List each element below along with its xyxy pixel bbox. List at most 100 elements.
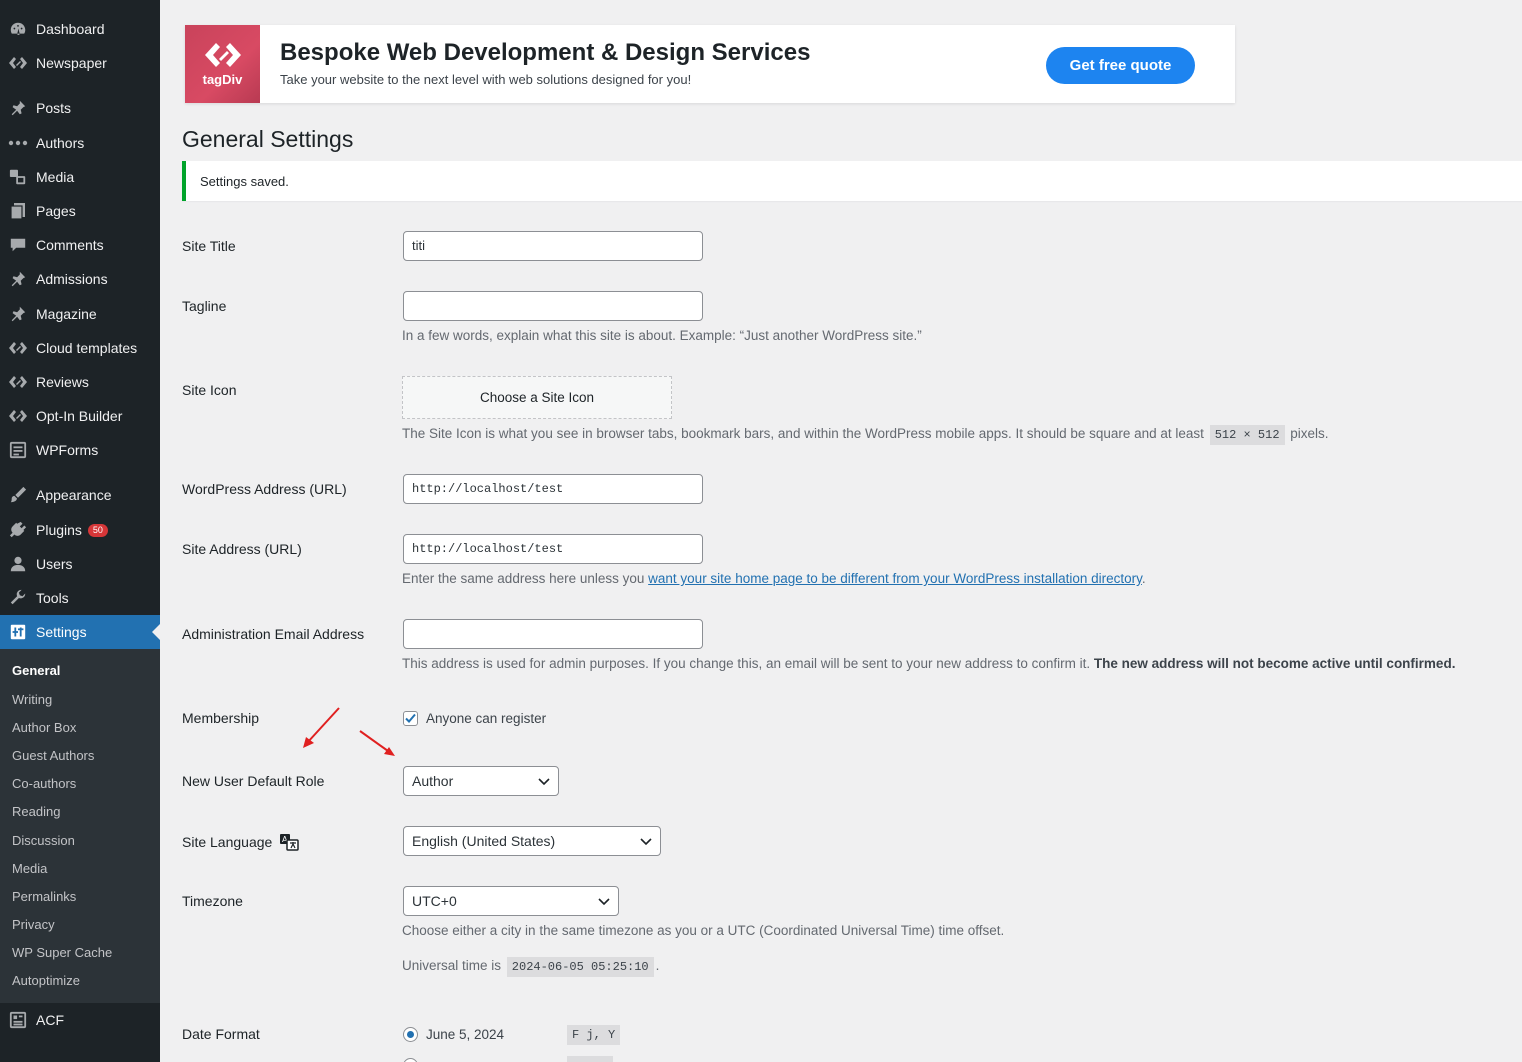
page-title: General Settings (182, 126, 354, 152)
site-address-input[interactable]: http://localhost/test (403, 534, 703, 564)
sidebar-item-admissions[interactable]: Admissions (0, 262, 160, 296)
settings-icon (8, 622, 28, 642)
date-format-radio-1[interactable] (403, 1027, 418, 1042)
sidebar-item-comments[interactable]: Comments (0, 228, 160, 262)
sidebar-item-label: Appearance (36, 487, 112, 503)
brush-icon (8, 485, 28, 505)
chevron-down-icon (640, 838, 652, 846)
timezone-description: Choose either a city in the same timezon… (402, 923, 1005, 938)
checkmark-icon (405, 713, 416, 723)
site-address-description: Enter the same address here unless you w… (402, 571, 1146, 586)
chevron-down-icon (538, 778, 550, 786)
tagline-label: Tagline (182, 298, 227, 314)
sidebar-item-label: WPForms (36, 442, 99, 458)
date-format-radio-2[interactable] (403, 1058, 418, 1062)
wordpress-address-label: WordPress Address (URL) (182, 481, 347, 497)
banner-title: Bespoke Web Development & Design Service… (280, 39, 811, 66)
sidebar-item-wpforms[interactable]: WPForms (0, 433, 160, 467)
sidebar-item-users[interactable]: Users (0, 547, 160, 581)
sidebar-item-label: Opt-In Builder (36, 408, 123, 424)
sidebar-item-cloud-templates[interactable]: Cloud templates (0, 331, 160, 365)
site-title-input[interactable]: titi (403, 231, 703, 261)
site-address-desc-suffix: . (1141, 571, 1146, 586)
sidebar-item-dashboard[interactable]: Dashboard (0, 12, 160, 46)
site-language-select[interactable]: English (United States) (403, 826, 661, 856)
sidebar-item-authors[interactable]: Authors (0, 126, 160, 160)
wordpress-address-input[interactable]: http://localhost/test (403, 474, 703, 504)
get-free-quote-button[interactable]: Get free quote (1046, 47, 1195, 84)
choose-site-icon-button[interactable]: Choose a Site Icon (402, 376, 672, 419)
sidebar-item-label: Authors (36, 135, 85, 151)
submenu-item-discussion[interactable]: Discussion (12, 833, 75, 848)
tagdiv-logo-icon (204, 42, 241, 67)
submenu-item-autoptimize[interactable]: Autoptimize (12, 973, 80, 988)
sidebar-item-label: Reviews (36, 374, 89, 390)
sidebar-item-newspaper[interactable]: Newspaper (0, 46, 160, 80)
submenu-item-general[interactable]: General (12, 663, 60, 678)
submenu-item-co-authors[interactable]: Co-authors (12, 776, 76, 791)
site-language-value: English (United States) (412, 833, 556, 849)
site-icon-desc-suffix: pixels. (1290, 426, 1329, 441)
admin-email-label: Administration Email Address (182, 626, 365, 642)
translation-icon: A (280, 834, 299, 851)
universal-time-label: Universal time is (402, 958, 502, 973)
sidebar-item-opt-in-builder[interactable]: Opt-In Builder (0, 399, 160, 433)
sidebar-item-acf[interactable]: ACF (0, 1003, 160, 1037)
banner-subtitle: Take your website to the next level with… (280, 72, 692, 87)
date-format-code-1: F j, Y (567, 1025, 621, 1045)
sidebar-item-settings[interactable]: Settings (0, 615, 160, 649)
site-language-label: Site Language A (182, 833, 299, 851)
sidebar-item-reviews[interactable]: Reviews (0, 365, 160, 399)
sidebar-item-label: Admissions (36, 271, 108, 287)
default-role-value: Author (412, 773, 454, 789)
submenu-item-wp-super-cache[interactable]: WP Super Cache (12, 945, 112, 960)
sidebar-item-label: Comments (36, 237, 104, 253)
sidebar-item-label: Media (36, 169, 75, 185)
default-role-select[interactable]: Author (403, 766, 559, 796)
submenu-item-privacy[interactable]: Privacy (12, 917, 55, 932)
sidebar-item-posts[interactable]: Posts (0, 91, 160, 125)
submenu-item-author-box[interactable]: Author Box (12, 720, 76, 735)
submenu-item-writing[interactable]: Writing (12, 692, 52, 707)
submenu-item-media[interactable]: Media (12, 861, 47, 876)
wrench-icon (8, 588, 28, 608)
tagline-description: In a few words, explain what this site i… (402, 328, 922, 343)
tagline-input[interactable] (403, 291, 703, 321)
sidebar-item-label: ACF (36, 1012, 64, 1028)
date-format-code-2 (567, 1056, 613, 1062)
tagdiv-logo: tagDiv (185, 25, 260, 103)
sidebar-item-pages[interactable]: Pages (0, 194, 160, 228)
universal-time-suffix: . (655, 958, 660, 973)
sidebar-item-label: Cloud templates (36, 340, 138, 356)
site-title-label: Site Title (182, 238, 236, 254)
tagdiv-icon (8, 53, 28, 73)
annotation-arrow-icon (303, 707, 340, 748)
timezone-select[interactable]: UTC+0 (403, 886, 619, 916)
annotation-arrow-icon (359, 730, 395, 756)
sidebar-item-label: Plugins (36, 522, 82, 538)
anyone-can-register-checkbox[interactable] (403, 711, 418, 726)
plugins-update-count-badge: 50 (87, 523, 108, 537)
admin-email-input[interactable] (403, 619, 703, 649)
submenu-item-reading[interactable]: Reading (12, 804, 60, 819)
submenu-item-guest-authors[interactable]: Guest Authors (12, 748, 94, 763)
tagdiv-icon (8, 338, 28, 358)
dots-icon (8, 133, 28, 153)
sidebar-item-media[interactable]: Media (0, 160, 160, 194)
submenu-item-permalinks[interactable]: Permalinks (12, 889, 76, 904)
timezone-label: Timezone (182, 893, 243, 909)
sidebar-item-tools[interactable]: Tools (0, 581, 160, 615)
plug-icon (8, 520, 28, 540)
sidebar-item-appearance[interactable]: Appearance (0, 478, 160, 512)
sidebar-item-label: Magazine (36, 306, 97, 322)
date-format-option-1: June 5, 2024 (426, 1027, 505, 1042)
sidebar-item-plugins[interactable]: Plugins 50 (0, 513, 160, 547)
sidebar-item-label: Settings (36, 624, 87, 640)
different-home-page-link[interactable]: want your site home page to be different… (648, 571, 1142, 586)
sidebar-item-label: Tools (36, 590, 69, 606)
admin-email-desc-text: This address is used for admin purposes.… (402, 656, 1091, 671)
sidebar-item-magazine[interactable]: Magazine (0, 297, 160, 331)
tagdiv-icon (8, 372, 28, 392)
dashboard-icon (8, 19, 28, 39)
admin-email-description: This address is used for admin purposes.… (402, 656, 1455, 671)
